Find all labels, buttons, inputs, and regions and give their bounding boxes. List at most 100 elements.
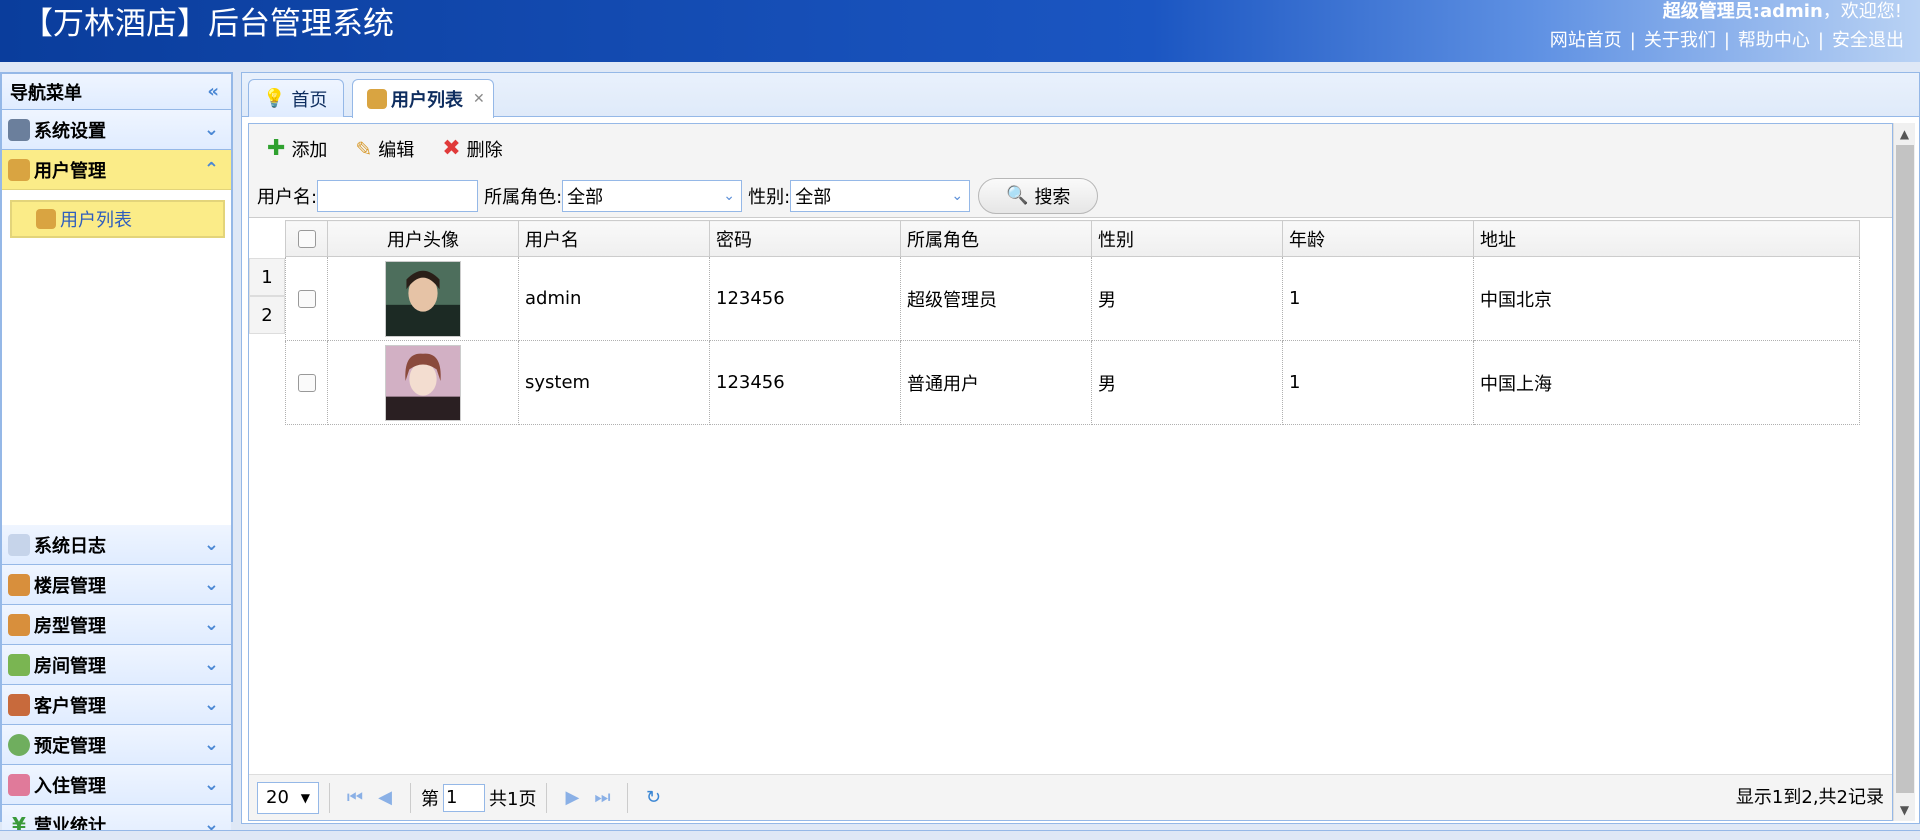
avatar-cell (327, 340, 519, 425)
navigation-panel: 导航菜单 « 系统设置 ⌄ 用户管理 ⌃ 用户列表 系统日志 ⌄ 楼层管理 ⌄ 房型管理 ⌄… (0, 72, 233, 840)
house-icon (8, 573, 30, 596)
collapse-left-icon[interactable]: « (207, 82, 219, 101)
search-button[interactable]: 🔍 搜索 (978, 177, 1099, 214)
delete-button[interactable]: ✖ 删除 (442, 136, 502, 162)
tab-label: 用户列表 (391, 90, 463, 111)
chevron-down-icon: ⌄ (203, 773, 219, 795)
nav-group-label: 楼层管理 (34, 575, 106, 597)
edit-button[interactable]: ✎ 编辑 (355, 136, 414, 162)
page-size-select[interactable]: 20 ▼ (257, 781, 319, 814)
role-filter-select[interactable]: 全部 ⌄ (562, 179, 743, 212)
column-header[interactable]: 所属角色 (900, 220, 1092, 257)
welcome-text: 超级管理员:admin，欢迎您! (1663, 0, 1902, 24)
vertical-scrollbar[interactable]: ▲ ▼ (1893, 123, 1915, 821)
chevron-down-icon: ⌄ (203, 533, 219, 555)
tab-home[interactable]: 💡 首页 (248, 79, 344, 117)
gender-filter-label: 性别: (748, 186, 791, 208)
last-page-icon[interactable]: ⏭ (587, 787, 617, 808)
main-area: 💡 首页 用户列表 ✕ ✚ 添加 ✎ 编辑 ✖ 删除 用户名: 所属角色: 全部 ⌄ 性别:… (241, 72, 1920, 824)
table-row[interactable]: admin 123456 超级管理员 男 1 中国北京 (285, 256, 1860, 341)
search-label: 搜索 (1034, 186, 1071, 208)
chevron-down-icon: ⌄ (203, 733, 219, 755)
next-page-icon[interactable]: ▶ (557, 787, 587, 808)
column-header[interactable]: 性别 (1091, 220, 1283, 257)
divider (546, 782, 548, 813)
chevron-down-icon: ⌄ (203, 613, 219, 635)
column-header[interactable]: 用户头像 (327, 220, 519, 257)
filter-bar: 用户名: 所属角色: 全部 ⌄ 性别: 全部 ⌄ 🔍 搜索 (249, 174, 1892, 218)
data-table: 用户头像 用户名 密码 所属角色 性别 年龄 地址 admin 123456 超… (285, 220, 1860, 425)
page-number-input[interactable] (443, 783, 485, 812)
nav-group-booking-management[interactable]: 预定管理 ⌄ (2, 725, 231, 765)
row-checkbox[interactable] (297, 373, 316, 392)
nav-group-label: 用户管理 (34, 160, 106, 182)
tab-label: 首页 (291, 89, 328, 111)
link-help[interactable]: 帮助中心 (1738, 30, 1810, 51)
column-header[interactable]: 地址 (1473, 220, 1860, 257)
caret-down-icon: ▼ (300, 790, 310, 805)
username-filter-label: 用户名: (257, 186, 318, 208)
house-icon (8, 653, 30, 676)
heart-icon (8, 773, 30, 796)
avatar (385, 344, 461, 421)
link-separator: | (1817, 30, 1824, 51)
nav-title-label: 导航菜单 (10, 82, 82, 104)
role-filter-label: 所属角色: (484, 186, 563, 208)
add-button[interactable]: ✚ 添加 (267, 136, 327, 162)
row-checkbox[interactable] (297, 289, 316, 308)
scroll-thumb[interactable] (1896, 145, 1914, 793)
nav-group-room-type-management[interactable]: 房型管理 ⌄ (2, 605, 231, 645)
chevron-down-icon: ⌄ (203, 118, 219, 140)
tab-bar: 💡 首页 用户列表 ✕ (242, 73, 1919, 118)
table-header-row: 用户头像 用户名 密码 所属角色 性别 年龄 地址 (285, 220, 1860, 257)
divider (627, 782, 629, 813)
first-page-icon[interactable]: ⏮ (340, 787, 370, 808)
close-icon[interactable]: ✕ (473, 91, 485, 107)
table-row[interactable]: system 123456 普通用户 男 1 中国上海 (285, 340, 1860, 425)
users-icon (8, 158, 30, 181)
column-header[interactable]: 年龄 (1282, 220, 1474, 257)
divider (329, 782, 330, 813)
nav-group-user-management[interactable]: 用户管理 ⌃ (2, 150, 231, 190)
nav-group-system-settings[interactable]: 系统设置 ⌄ (2, 110, 231, 150)
nav-item-user-list[interactable]: 用户列表 (10, 200, 225, 238)
chevron-down-icon: ⌄ (203, 653, 219, 675)
nav-group-floor-management[interactable]: 楼层管理 ⌄ (2, 565, 231, 605)
select-all-checkbox[interactable] (297, 229, 316, 248)
age-cell: 1 (1282, 340, 1474, 425)
nav-group-customer-management[interactable]: 客户管理 ⌄ (2, 685, 231, 725)
refresh-icon[interactable]: ↻ (638, 787, 668, 808)
column-header[interactable]: 密码 (709, 220, 901, 257)
scroll-down-icon[interactable]: ▼ (1894, 799, 1915, 821)
link-about[interactable]: 关于我们 (1644, 30, 1716, 51)
page-info: 显示1到2,共2记录 (1735, 787, 1884, 808)
delete-icon: ✖ (442, 136, 461, 161)
nav-group-room-management[interactable]: 房间管理 ⌄ (2, 645, 231, 685)
page-prefix: 第 (421, 788, 439, 810)
gender-filter-select[interactable]: 全部 ⌄ (790, 179, 971, 212)
page-total: 共1页 (489, 788, 537, 810)
row-number: 2 (249, 296, 285, 334)
link-home[interactable]: 网站首页 (1550, 30, 1622, 51)
nav-group-checkin-management[interactable]: 入住管理 ⌄ (2, 765, 231, 805)
scroll-up-icon[interactable]: ▲ (1894, 123, 1915, 145)
link-logout[interactable]: 安全退出 (1832, 30, 1904, 51)
header-links: 网站首页 | 关于我们 | 帮助中心 | 安全退出 (1550, 27, 1904, 55)
chevron-up-icon: ⌃ (203, 158, 219, 180)
username-filter-input[interactable] (317, 179, 479, 212)
column-header[interactable]: 用户名 (518, 220, 710, 257)
nav-group-system-log[interactable]: 系统日志 ⌄ (2, 525, 231, 565)
users-icon (36, 209, 56, 229)
app-title: 【万林酒店】后台管理系统 (22, 6, 394, 42)
tab-user-list[interactable]: 用户列表 ✕ (352, 79, 494, 118)
nav-group-label: 客户管理 (34, 695, 106, 717)
chevron-down-icon: ⌄ (951, 187, 964, 204)
role-cell: 普通用户 (900, 340, 1092, 425)
nav-item-label: 用户列表 (60, 210, 132, 231)
row-number: 1 (249, 258, 285, 296)
nav-title: 导航菜单 « (2, 74, 231, 110)
prev-page-icon[interactable]: ◀ (370, 787, 400, 808)
delete-label: 删除 (466, 140, 503, 161)
username-cell: admin (518, 256, 710, 341)
age-cell: 1 (1282, 256, 1474, 341)
